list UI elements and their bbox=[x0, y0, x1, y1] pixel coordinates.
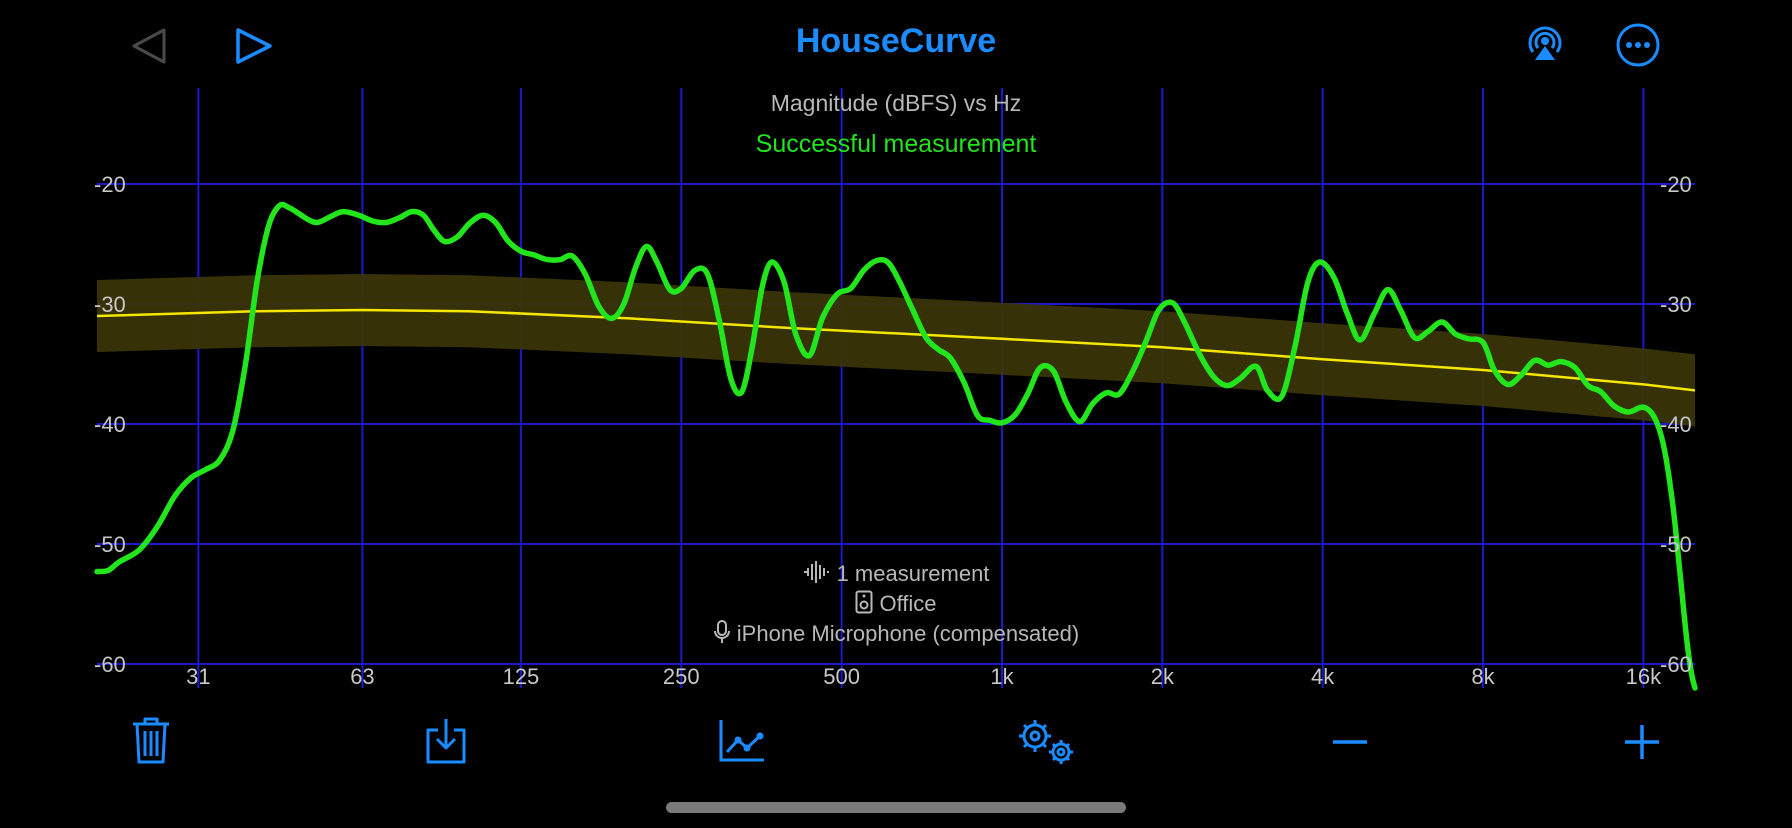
target-tolerance-band bbox=[97, 274, 1695, 427]
top-bar: HouseCurve bbox=[0, 0, 1792, 88]
y-tick-label-left: -40 bbox=[94, 412, 126, 437]
x-tick-label: 4k bbox=[1311, 664, 1335, 689]
y-tick-label-right: -20 bbox=[1660, 172, 1692, 197]
x-tick-label: 63 bbox=[350, 664, 374, 689]
export-icon[interactable] bbox=[424, 716, 468, 771]
airplay-audio-icon[interactable] bbox=[1524, 22, 1566, 69]
y-tick-label-right: -40 bbox=[1660, 412, 1692, 437]
x-tick-label: 500 bbox=[823, 664, 860, 689]
measurement-status: Successful measurement bbox=[756, 130, 1037, 158]
x-tick-label: 1k bbox=[990, 664, 1014, 689]
x-tick-label: 31 bbox=[186, 664, 210, 689]
home-indicator bbox=[666, 802, 1126, 813]
chart-icon[interactable] bbox=[718, 718, 766, 769]
x-tick-label: 8k bbox=[1471, 664, 1495, 689]
zoom-out-icon[interactable] bbox=[1330, 720, 1370, 765]
settings-gears-icon[interactable] bbox=[1016, 718, 1078, 773]
target-band bbox=[97, 274, 1695, 427]
x-tick-label: 250 bbox=[663, 664, 700, 689]
x-tick-label: 16k bbox=[1626, 664, 1662, 689]
y-tick-label-left: -50 bbox=[94, 532, 126, 557]
more-options-icon[interactable] bbox=[1615, 22, 1661, 73]
microphone-label: iPhone Microphone (compensated) bbox=[736, 620, 1080, 646]
bottom-toolbar bbox=[0, 700, 1792, 780]
y-tick-label-right: -50 bbox=[1660, 532, 1692, 557]
microphone: iPhone Microphone (compensated) bbox=[0, 620, 1792, 650]
speaker-icon bbox=[855, 590, 873, 620]
y-tick-label-left: -60 bbox=[94, 652, 126, 677]
trash-icon[interactable] bbox=[130, 716, 172, 771]
chart-title: Magnitude (dBFS) vs Hz bbox=[771, 90, 1022, 116]
zoom-in-icon[interactable] bbox=[1622, 720, 1662, 765]
microphone-icon bbox=[713, 620, 731, 650]
measurement-count-label: 1 measurement bbox=[836, 560, 990, 586]
y-tick-label-right: -30 bbox=[1660, 292, 1692, 317]
x-tick-label: 125 bbox=[503, 664, 540, 689]
measurement-count: 1 measurement bbox=[0, 560, 1792, 590]
x-tick-label: 2k bbox=[1151, 664, 1175, 689]
waveform-icon bbox=[803, 560, 831, 590]
y-tick-label-left: -30 bbox=[94, 292, 126, 317]
y-tick-label-right: -60 bbox=[1660, 652, 1692, 677]
y-tick-label-left: -20 bbox=[94, 172, 126, 197]
location: Office bbox=[0, 590, 1792, 620]
location-label: Office bbox=[879, 590, 937, 616]
